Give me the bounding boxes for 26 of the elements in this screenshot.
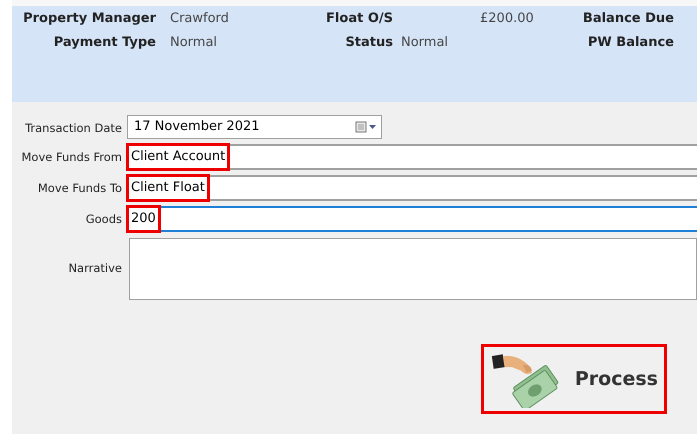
field-label: Goods [84,211,122,228]
field-label: Move Funds To [36,180,122,197]
date-picker[interactable]: 17 November 2021 [127,115,382,139]
input-field[interactable]: 200 [127,206,697,232]
narrative-field[interactable] [129,238,697,300]
field-value: £200.00 [480,10,534,28]
field-value: Normal [401,34,448,52]
field-label: Property Manager [23,10,156,28]
field-label: Float O/S [326,10,393,28]
field-label: Balance Due [582,10,674,28]
field-value: Crawford [170,10,229,28]
field-value: Normal [170,34,218,52]
field-value: 17 November 2021 [133,118,261,136]
field-value: 200 [129,208,158,230]
process-button[interactable]: Process [481,344,667,414]
field-label: Transaction Date [24,120,122,137]
field-value: Client Account [129,146,228,168]
input-field[interactable]: Client Float [127,175,697,201]
field-value: Client Float [129,177,207,199]
calendar-dropdown-icon[interactable] [355,121,377,133]
field-label: Payment Type [54,34,156,52]
input-field[interactable]: Client Account [127,144,697,170]
field-label: Move Funds From [20,149,122,166]
field-label: Narrative [67,260,122,277]
field-label: PW Balance [588,34,674,52]
field-label: Status [345,34,393,52]
